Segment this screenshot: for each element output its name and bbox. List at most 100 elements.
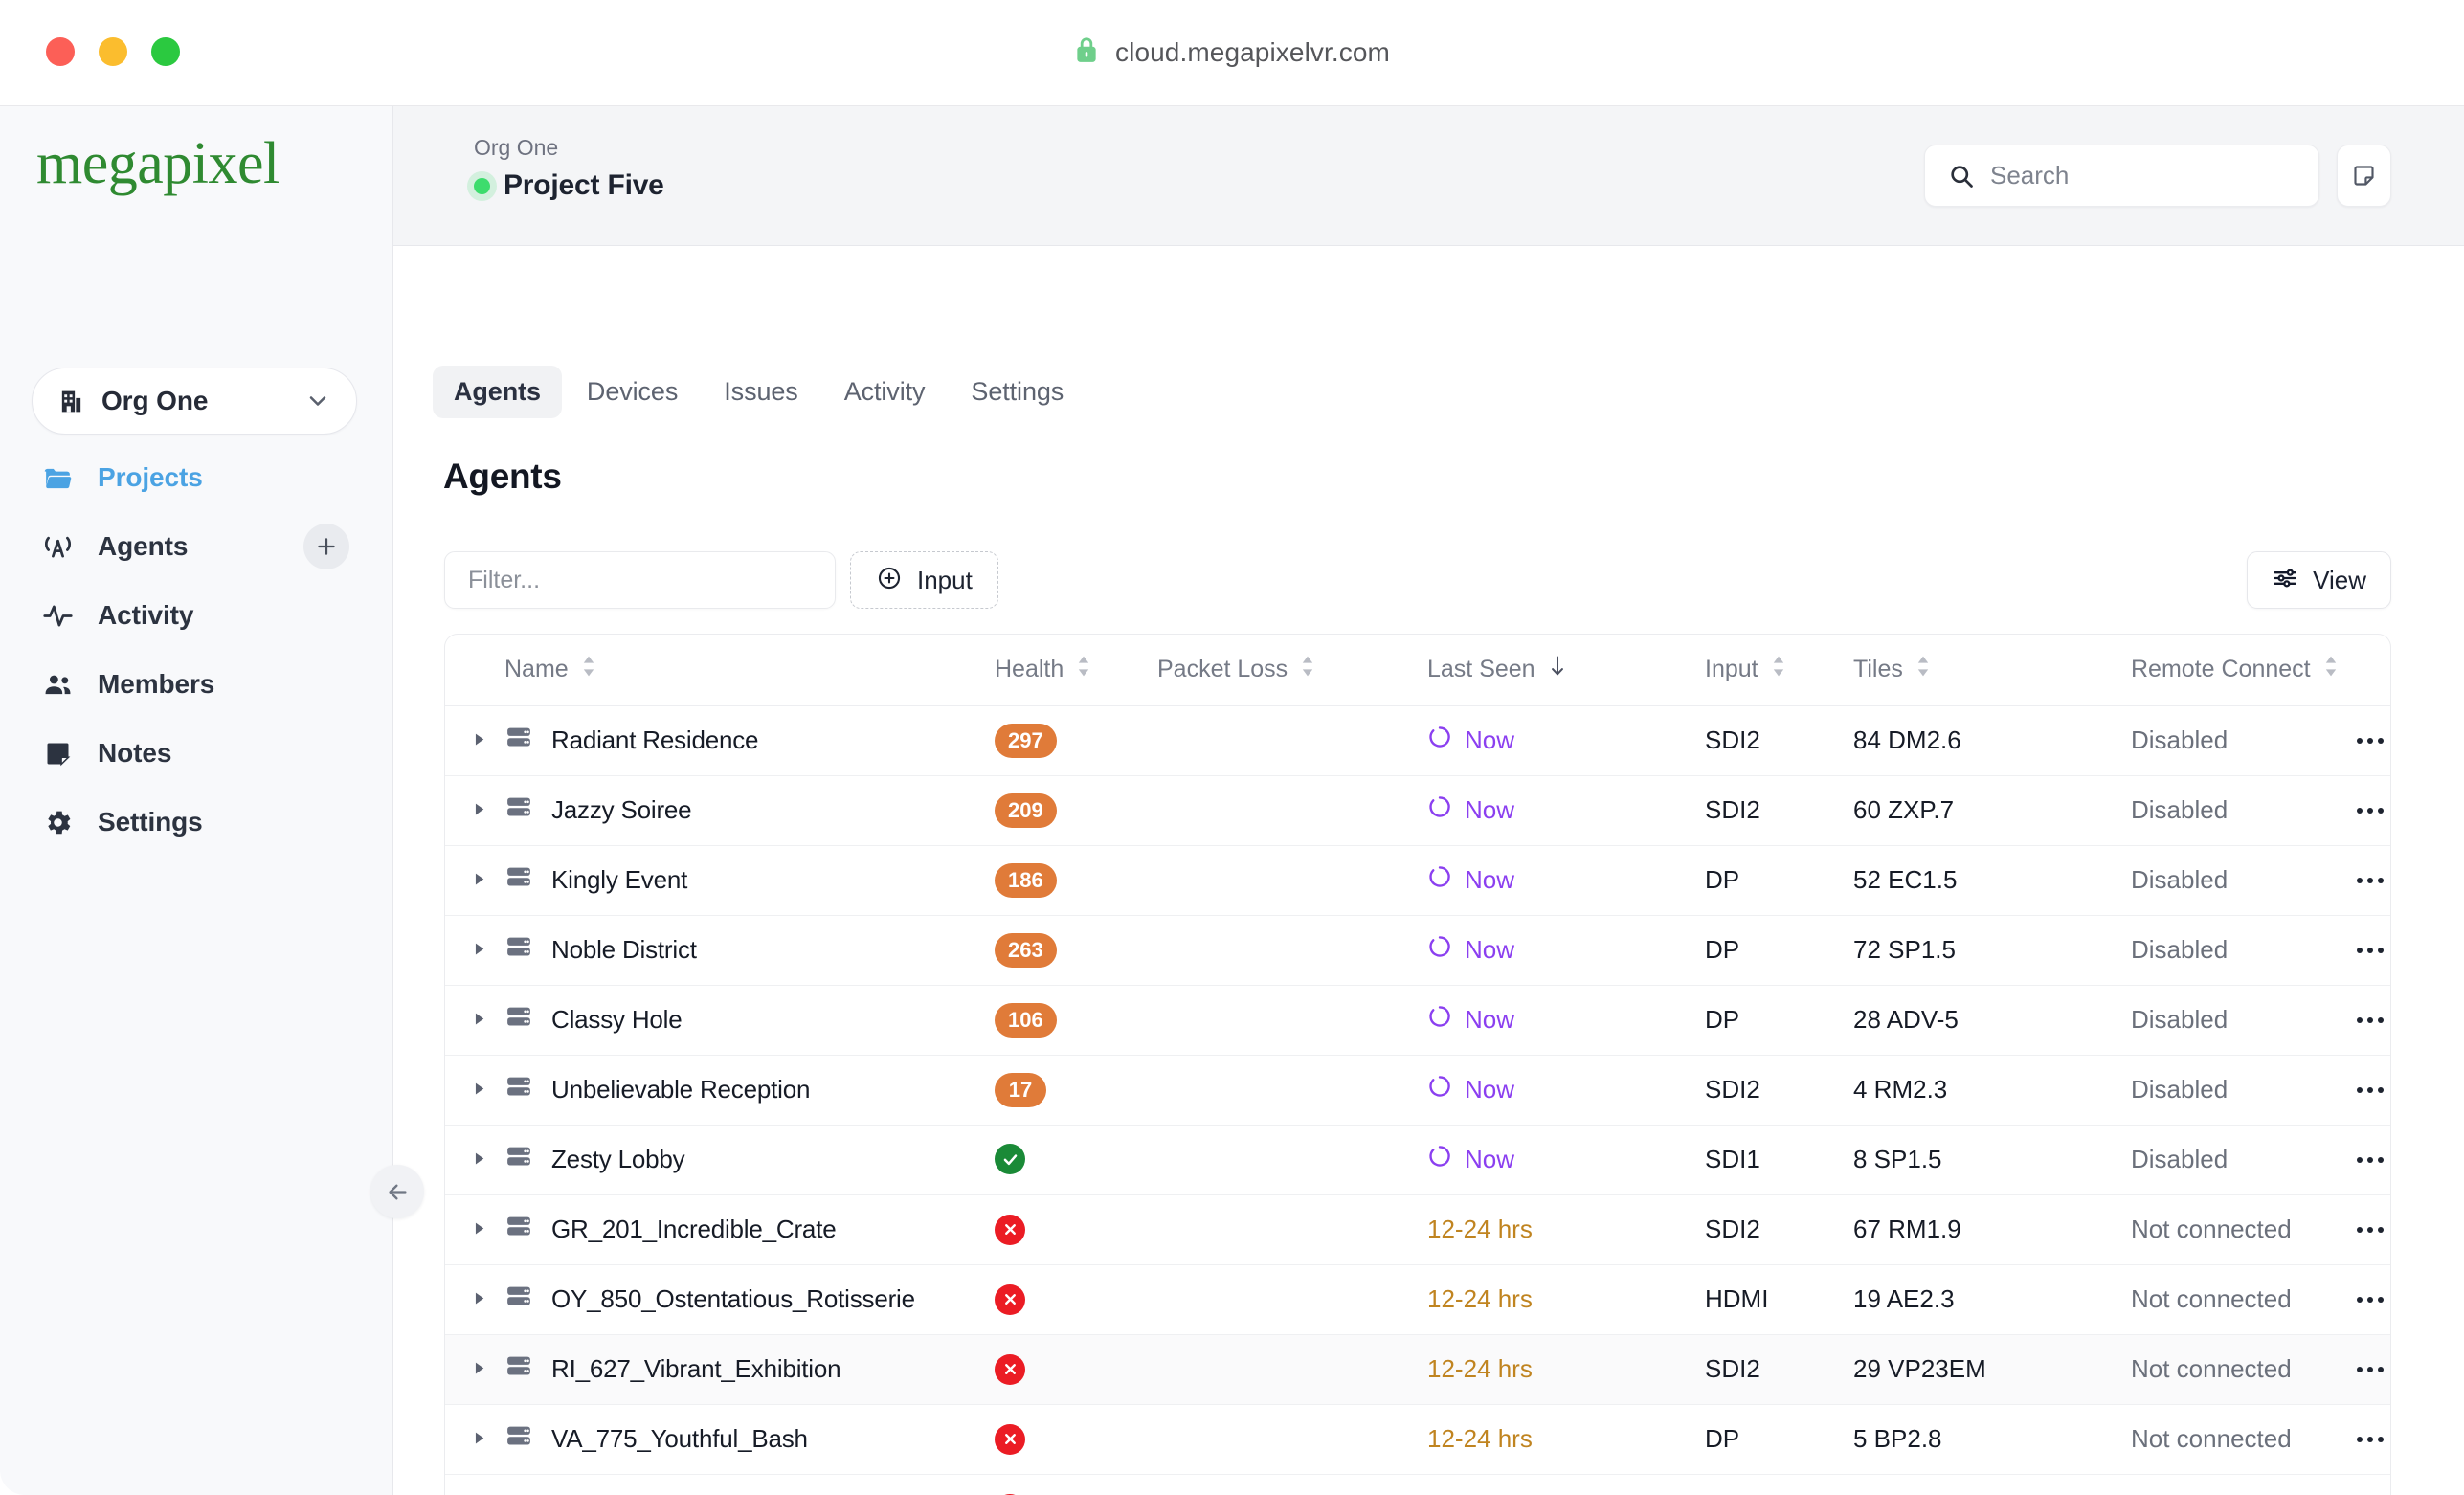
row-expand-cell[interactable] (445, 1264, 504, 1335)
tab-settings[interactable]: Settings (950, 366, 1085, 418)
table-row[interactable]: GR_201_Incredible_Crate 12-24 hrs SDI2 67 R… (445, 1194, 2390, 1265)
view-options-button[interactable]: View (2247, 551, 2391, 609)
table-row[interactable]: Jazzy Soiree 209 Now SDI2 60 ZXP.7 Disabled (445, 775, 2390, 846)
table-row[interactable]: Classy Hole 106 Now DP 28 ADV-5 Disabled (445, 985, 2390, 1056)
tab-devices[interactable]: Devices (566, 366, 699, 418)
th-packet-loss[interactable]: Packet Loss (1157, 635, 1427, 706)
search-input[interactable] (1990, 161, 2296, 190)
row-expand-cell[interactable] (445, 985, 504, 1056)
th-health[interactable]: Health (995, 635, 1157, 706)
table-row[interactable]: VA_775_Youthful_Bash 12-24 hrs DP 5 BP2.8 No… (445, 1404, 2390, 1475)
row-actions-cell[interactable] (2322, 1474, 2390, 1495)
table-row[interactable]: Kingly Event 186 Now DP 52 EC1.5 Disabled (445, 845, 2390, 916)
caret-right-icon[interactable] (445, 865, 504, 895)
row-expand-cell[interactable] (445, 1334, 504, 1405)
tab-agents[interactable]: Agents (433, 366, 562, 418)
table-row[interactable]: Unbelievable Reception 17 Now SDI2 4 RM2.3 Di… (445, 1055, 2390, 1126)
more-horizontal-icon[interactable] (2322, 1226, 2390, 1233)
more-horizontal-icon[interactable] (2322, 737, 2390, 744)
tab-activity[interactable]: Activity (823, 366, 947, 418)
sidebar-item-agents[interactable]: Agents (0, 512, 393, 581)
table-row[interactable]: OY_850_Ostentatious_Rotisserie 12-24 hrs H… (445, 1264, 2390, 1335)
add-agent-button[interactable] (303, 524, 349, 569)
table-row[interactable]: Noble District 263 Now DP 72 SP1.5 Disabled (445, 915, 2390, 986)
row-actions-cell[interactable] (2322, 705, 2390, 776)
caret-right-icon[interactable] (445, 1424, 504, 1454)
row-name-cell[interactable]: Unbelievable Reception (504, 1055, 995, 1126)
sidebar-item-activity[interactable]: Activity (0, 581, 393, 650)
sidebar-item-notes[interactable]: Notes (0, 719, 393, 788)
row-actions-cell[interactable] (2322, 1125, 2390, 1195)
more-horizontal-icon[interactable] (2322, 1086, 2390, 1093)
sidebar-item-settings[interactable]: Settings (0, 788, 393, 857)
add-input-button[interactable]: Input (850, 551, 998, 609)
row-expand-cell[interactable] (445, 845, 504, 916)
table-row[interactable]: YH_552_Classy_Roast 12-24 hrsSDI215 ZXP.7… (445, 1474, 2390, 1495)
row-actions-cell[interactable] (2322, 1264, 2390, 1335)
breadcrumb-org[interactable]: Org One (474, 135, 558, 161)
row-name-cell[interactable]: Noble District (504, 915, 995, 986)
sidebar-item-members[interactable]: Members (0, 650, 393, 719)
th-last-seen[interactable]: Last Seen (1427, 635, 1705, 706)
caret-right-icon[interactable] (445, 1284, 504, 1314)
row-actions-cell[interactable] (2322, 1404, 2390, 1475)
row-actions-cell[interactable] (2322, 985, 2390, 1056)
sidebar-collapse-button[interactable] (370, 1165, 424, 1218)
caret-right-icon[interactable] (445, 1145, 504, 1174)
row-expand-cell[interactable] (445, 915, 504, 986)
row-actions-cell[interactable] (2322, 775, 2390, 846)
row-expand-cell[interactable] (445, 705, 504, 776)
row-expand-cell[interactable] (445, 775, 504, 846)
more-horizontal-icon[interactable] (2322, 1156, 2390, 1163)
caret-right-icon[interactable] (445, 935, 504, 965)
row-name-cell[interactable]: Zesty Lobby (504, 1125, 995, 1195)
row-expand-cell[interactable] (445, 1055, 504, 1126)
caret-right-icon[interactable] (445, 1005, 504, 1035)
more-horizontal-icon[interactable] (2322, 807, 2390, 814)
table-row[interactable]: Radiant Residence 297 Now SDI2 84 DM2.6 Disab… (445, 705, 2390, 776)
row-actions-cell[interactable] (2322, 845, 2390, 916)
filter-input[interactable] (444, 551, 836, 609)
caret-right-icon[interactable] (445, 1215, 504, 1244)
caret-right-icon[interactable] (445, 795, 504, 825)
table-row[interactable]: Zesty Lobby Now SDI1 8 SP1.5 Disabled (445, 1125, 2390, 1195)
row-expand-cell[interactable] (445, 1125, 504, 1195)
sidebar-item-projects[interactable]: Projects (0, 443, 393, 512)
row-name-cell[interactable]: GR_201_Incredible_Crate (504, 1194, 995, 1265)
notes-button[interactable] (2337, 145, 2391, 207)
more-horizontal-icon[interactable] (2322, 1436, 2390, 1442)
table-row[interactable]: RI_627_Vibrant_Exhibition 12-24 hrs SDI2 29… (445, 1334, 2390, 1405)
address-bar[interactable]: cloud.megapixelvr.com (0, 35, 2464, 69)
row-name-cell[interactable]: Classy Hole (504, 985, 995, 1056)
row-expand-cell[interactable] (445, 1194, 504, 1265)
th-input[interactable]: Input (1705, 635, 1853, 706)
row-actions-cell[interactable] (2322, 1334, 2390, 1405)
org-switcher[interactable]: Org One (32, 368, 357, 435)
th-remote-connect[interactable]: Remote Connect (2131, 635, 2336, 706)
th-name[interactable]: Name (504, 635, 995, 706)
more-horizontal-icon[interactable] (2322, 1016, 2390, 1023)
row-name-cell[interactable]: Kingly Event (504, 845, 995, 916)
row-name-cell[interactable]: VA_775_Youthful_Bash (504, 1404, 995, 1475)
caret-right-icon[interactable] (445, 1075, 504, 1105)
more-horizontal-icon[interactable] (2322, 947, 2390, 953)
th-tiles[interactable]: Tiles (1853, 635, 2131, 706)
app-logo[interactable]: megapixel (36, 130, 280, 198)
row-name-cell[interactable]: OY_850_Ostentatious_Rotisserie (504, 1264, 995, 1335)
more-horizontal-icon[interactable] (2322, 1296, 2390, 1303)
row-expand-cell[interactable] (445, 1404, 504, 1475)
row-name-cell[interactable]: Radiant Residence (504, 705, 995, 776)
caret-right-icon[interactable] (445, 725, 504, 755)
row-actions-cell[interactable] (2322, 915, 2390, 986)
row-name-cell[interactable]: Jazzy Soiree (504, 775, 995, 846)
row-name-cell[interactable]: YH_552_Classy_Roast (504, 1474, 995, 1495)
row-name-cell[interactable]: RI_627_Vibrant_Exhibition (504, 1334, 995, 1405)
row-actions-cell[interactable] (2322, 1194, 2390, 1265)
search-box[interactable] (1924, 145, 2319, 207)
caret-right-icon[interactable] (445, 1354, 504, 1384)
row-actions-cell[interactable] (2322, 1055, 2390, 1126)
row-expand-cell[interactable] (445, 1474, 504, 1495)
tab-issues[interactable]: Issues (703, 366, 818, 418)
more-horizontal-icon[interactable] (2322, 877, 2390, 883)
more-horizontal-icon[interactable] (2322, 1366, 2390, 1372)
